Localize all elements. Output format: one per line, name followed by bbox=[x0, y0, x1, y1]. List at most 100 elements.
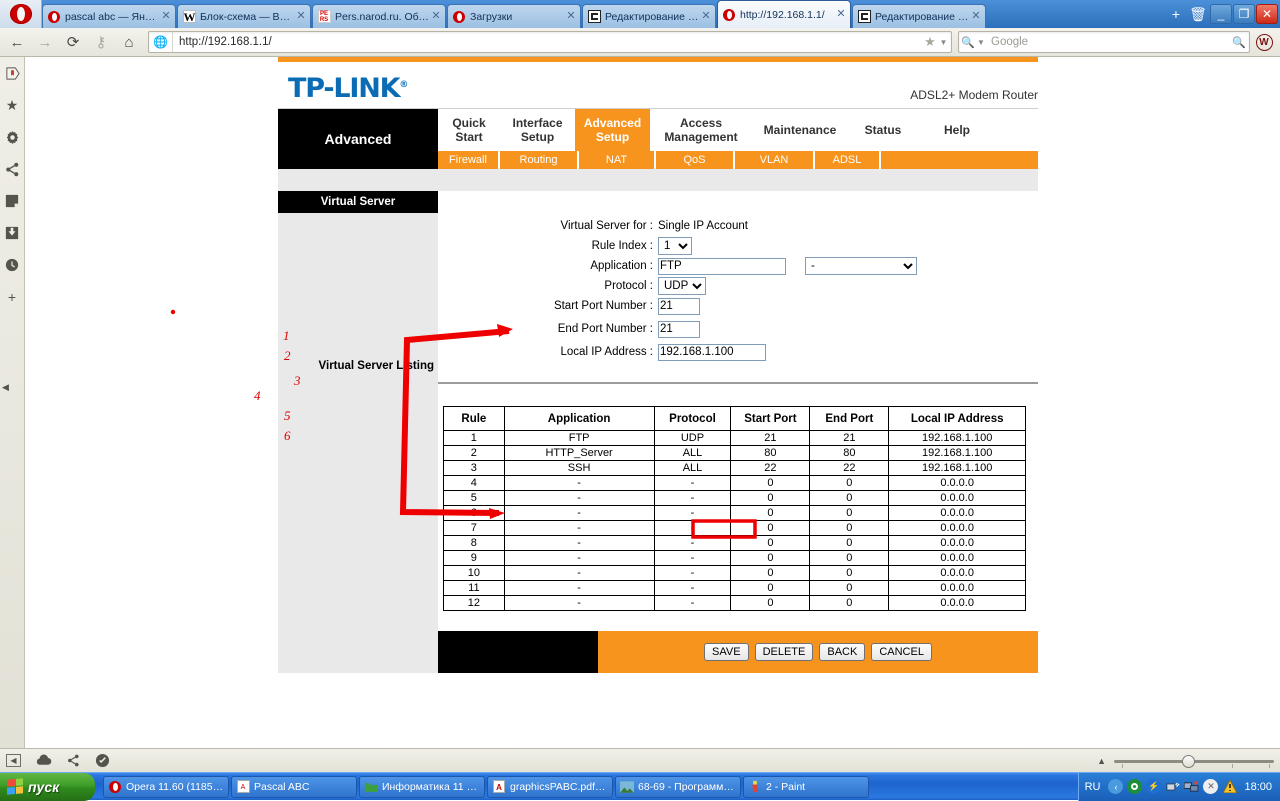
address-input[interactable]: http://192.168.1.1/ bbox=[173, 36, 921, 48]
taskbar-task-list: Opera 11.60 (1185): ... A Pascal ABC Инф… bbox=[103, 775, 1078, 798]
disc-icon[interactable]: ✕ bbox=[1203, 779, 1219, 794]
search-input[interactable]: Google bbox=[987, 36, 1229, 48]
panel-toggle-icon[interactable]: ◀ bbox=[6, 754, 21, 767]
close-window-button[interactable]: ✕ bbox=[1256, 4, 1278, 24]
chevron-down-icon[interactable]: ▼ bbox=[977, 38, 987, 47]
subtab-adsl[interactable]: ADSL bbox=[815, 151, 881, 169]
zoom-caret-icon[interactable]: ▲ bbox=[1097, 756, 1106, 766]
new-tab-button[interactable]: + bbox=[1165, 3, 1187, 25]
taskbar-item-opera[interactable]: Opera 11.60 (1185): ... bbox=[103, 775, 229, 798]
tab-help[interactable]: Help bbox=[918, 109, 996, 151]
settings-gear-icon[interactable] bbox=[2, 127, 22, 147]
wand-button[interactable]: W bbox=[1252, 33, 1276, 51]
share-icon[interactable] bbox=[2, 159, 22, 179]
panel-collapse-arrow-icon[interactable]: ◀ bbox=[2, 382, 9, 393]
cell-rule: 2 bbox=[443, 445, 505, 461]
application-preset-select[interactable]: - bbox=[805, 257, 917, 275]
zoom-slider[interactable] bbox=[1114, 754, 1274, 768]
browser-tab-4[interactable]: Редактирование за... ✕ bbox=[582, 4, 716, 28]
protocol-select[interactable]: UDP bbox=[658, 277, 706, 295]
network2-icon[interactable] bbox=[1184, 779, 1199, 794]
browser-tab-0[interactable]: pascal abc — Яндекс... ✕ bbox=[42, 4, 176, 28]
start-button[interactable]: пуск bbox=[0, 772, 95, 801]
turbo-icon[interactable] bbox=[95, 753, 110, 768]
cancel-button[interactable]: CANCEL bbox=[871, 643, 932, 661]
taskbar-item-paint[interactable]: 2 - Paint bbox=[743, 775, 869, 798]
subtab-vlan[interactable]: VLAN bbox=[735, 151, 815, 169]
browser-tab-6[interactable]: Редактирование за... ✕ bbox=[852, 4, 986, 28]
share-icon[interactable] bbox=[66, 754, 81, 767]
warning-icon[interactable] bbox=[1222, 779, 1237, 794]
star-icon[interactable]: ★ bbox=[921, 34, 939, 50]
taskbar-item-pascal-abc[interactable]: A Pascal ABC bbox=[231, 775, 357, 798]
tab-close-icon[interactable]: ✕ bbox=[430, 10, 442, 23]
tab-close-icon[interactable]: ✕ bbox=[835, 8, 847, 21]
application-input[interactable] bbox=[658, 257, 786, 275]
nav-label-line2: Setup bbox=[520, 130, 555, 144]
save-button[interactable]: SAVE bbox=[704, 643, 749, 661]
trash-icon[interactable]: 🗑 bbox=[1187, 3, 1209, 25]
update-icon[interactable]: ⚡ bbox=[1146, 779, 1162, 794]
clock[interactable]: 18:00 bbox=[1244, 781, 1272, 793]
add-panel-icon[interactable]: + bbox=[2, 287, 22, 307]
taskbar-item-image-viewer[interactable]: 68-69 - Программа п... bbox=[615, 775, 741, 798]
back-button[interactable]: BACK bbox=[819, 643, 866, 661]
opera-icon bbox=[722, 8, 736, 22]
end-port-input[interactable] bbox=[658, 320, 700, 338]
opera-menu-button[interactable] bbox=[0, 0, 42, 28]
rule-index-select[interactable]: 1 bbox=[658, 237, 692, 255]
cell-rule: 6 bbox=[443, 505, 505, 521]
side-panel-bar: ★ + bbox=[0, 57, 25, 748]
tab-status[interactable]: Status bbox=[848, 109, 918, 151]
show-hidden-icon[interactable]: ‹ bbox=[1108, 779, 1124, 794]
delete-button[interactable]: DELETE bbox=[754, 643, 814, 661]
language-indicator[interactable]: RU bbox=[1085, 781, 1101, 793]
back-button[interactable]: ← bbox=[4, 30, 30, 54]
browser-tab-3[interactable]: Загрузки ✕ bbox=[447, 4, 581, 28]
subtab-nat[interactable]: NAT bbox=[579, 151, 656, 169]
subtab-routing[interactable]: Routing bbox=[500, 151, 579, 169]
start-port-input[interactable] bbox=[658, 297, 700, 315]
tab-maintenance[interactable]: Maintenance bbox=[752, 109, 848, 151]
reload-button[interactable]: ⟳ bbox=[60, 30, 86, 54]
magnifier-icon[interactable]: 🔍 bbox=[1229, 36, 1249, 49]
network-icon[interactable] bbox=[1165, 779, 1180, 794]
subtab-firewall[interactable]: Firewall bbox=[438, 151, 500, 169]
tab-advanced-setup[interactable]: Advanced Setup bbox=[575, 109, 650, 151]
tab-interface-setup[interactable]: Interface Setup bbox=[500, 109, 575, 151]
search-engine-icon[interactable]: 🔍 bbox=[959, 36, 977, 49]
antivirus-icon[interactable] bbox=[1127, 779, 1143, 794]
address-bar[interactable]: 🌐 http://192.168.1.1/ ★ ▼ bbox=[148, 31, 952, 53]
cloud-icon[interactable] bbox=[35, 754, 52, 767]
zoom-slider-thumb[interactable] bbox=[1182, 754, 1195, 768]
maximize-button[interactable]: ❐ bbox=[1233, 4, 1255, 24]
taskbar-item-informatika[interactable]: Информатика 11 кл... bbox=[359, 775, 485, 798]
browser-tab-1[interactable]: W Блок-схема — Викип... ✕ bbox=[177, 4, 311, 28]
tab-close-icon[interactable]: ✕ bbox=[565, 10, 577, 23]
subtab-qos[interactable]: QoS bbox=[656, 151, 735, 169]
cell-start-port: 0 bbox=[730, 565, 811, 581]
tab-quick-start[interactable]: Quick Start bbox=[438, 109, 500, 151]
minimize-button[interactable]: _ bbox=[1210, 4, 1232, 24]
notes-icon[interactable] bbox=[2, 191, 22, 211]
pdf-icon: A bbox=[492, 780, 506, 794]
tab-close-icon[interactable]: ✕ bbox=[970, 10, 982, 23]
browser-tab-2[interactable]: PE RS Pers.narod.ru. Обуч... ✕ bbox=[312, 4, 446, 28]
local-ip-input[interactable] bbox=[658, 343, 766, 361]
security-key-icon[interactable]: ⚷ bbox=[88, 30, 114, 54]
search-bar[interactable]: 🔍 ▼ Google 🔍 bbox=[958, 31, 1250, 53]
form-row-start-port: Start Port Number : bbox=[438, 296, 1038, 316]
downloads-icon[interactable] bbox=[2, 223, 22, 243]
tab-close-icon[interactable]: ✕ bbox=[160, 10, 172, 23]
tab-close-icon[interactable]: ✕ bbox=[295, 10, 307, 23]
forward-button[interactable]: → bbox=[32, 30, 58, 54]
browser-tab-5-active[interactable]: http://192.168.1.1/ ✕ bbox=[717, 0, 851, 28]
taskbar-item-pdf[interactable]: A graphicsPABC.pdf - A... bbox=[487, 775, 613, 798]
tab-close-icon[interactable]: ✕ bbox=[700, 10, 712, 23]
history-clock-icon[interactable] bbox=[2, 255, 22, 275]
bookmarks-panel-icon[interactable] bbox=[2, 63, 22, 83]
tab-access-management[interactable]: Access Management bbox=[650, 109, 752, 151]
home-button[interactable]: ⌂ bbox=[116, 30, 142, 54]
favorites-star-icon[interactable]: ★ bbox=[2, 95, 22, 115]
chevron-down-icon[interactable]: ▼ bbox=[939, 38, 951, 47]
